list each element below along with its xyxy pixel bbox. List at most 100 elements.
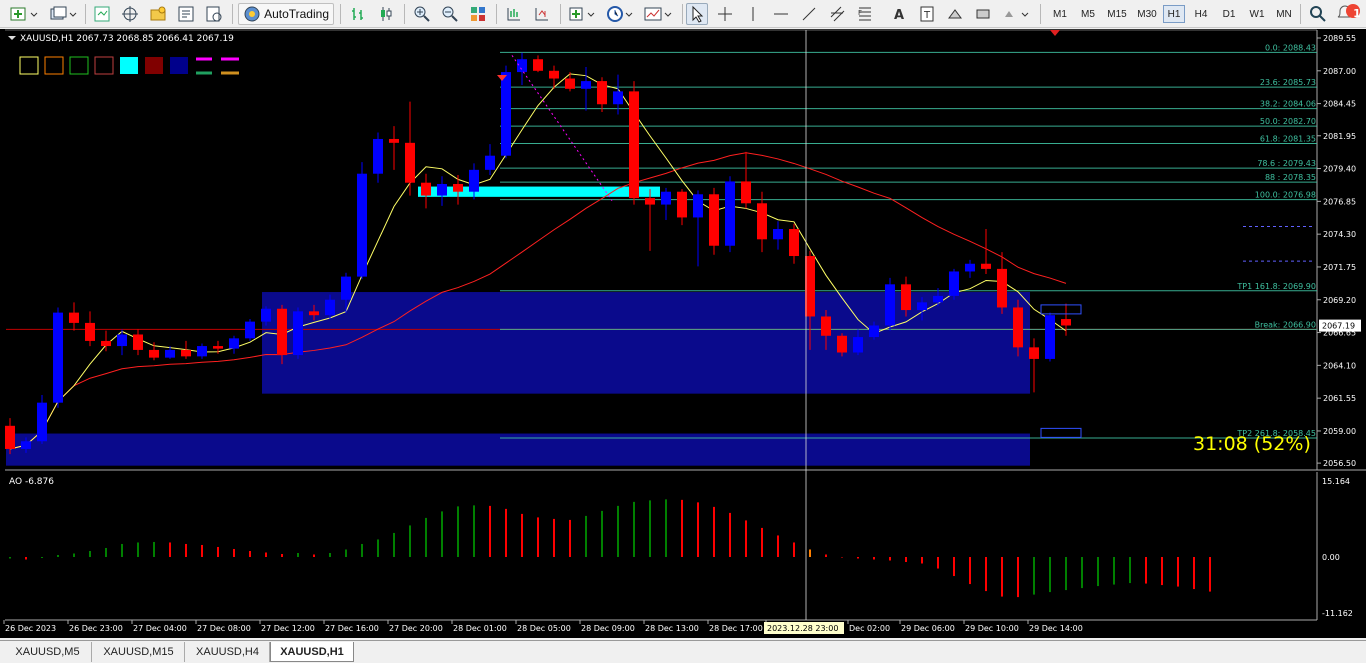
bar-countdown: 31:08 (52%) <box>1193 433 1311 455</box>
candle-body <box>229 338 239 349</box>
projection-dash <box>511 55 613 201</box>
candle-body <box>165 349 175 358</box>
candle-body <box>805 256 815 317</box>
candle-body <box>261 308 271 322</box>
candle-body <box>821 316 831 336</box>
candle-body <box>789 229 799 257</box>
fib-label: 0.0: 2088.43 <box>1265 43 1316 52</box>
trendline-icon[interactable] <box>798 3 820 25</box>
candle-body <box>373 138 383 174</box>
profiles-icon[interactable] <box>46 3 80 25</box>
notification-count: 1 <box>1353 7 1361 20</box>
arrow-up-icon[interactable] <box>944 3 966 25</box>
timeframe-m30[interactable]: M30 <box>1133 5 1161 23</box>
autotrading-button[interactable]: AutoTrading <box>238 3 334 25</box>
ao-axis-label: 15.164 <box>1322 477 1350 486</box>
tile-windows-icon[interactable] <box>466 3 490 25</box>
indicators-icon[interactable] <box>566 3 600 25</box>
market-watch-icon[interactable] <box>90 3 114 25</box>
cursor-icon[interactable] <box>686 3 708 25</box>
notifications-button[interactable]: 1 <box>1334 3 1362 25</box>
navigator-icon[interactable] <box>146 3 170 25</box>
strategy-tester-icon[interactable] <box>202 3 226 25</box>
text-label-icon[interactable]: T <box>916 3 938 25</box>
rectangle-icon[interactable] <box>972 3 994 25</box>
shapes-menu-icon[interactable] <box>1000 3 1034 25</box>
candle-body <box>741 181 751 204</box>
tab-xauusd-m15[interactable]: XAUUSD,M15 <box>93 642 185 662</box>
chart-window[interactable]: 0.0: 2088.43 23.6: 2085.73 38.2: 2084.06 50… <box>0 29 1366 638</box>
zoom-out-icon[interactable] <box>438 3 462 25</box>
search-icon[interactable] <box>1306 3 1330 25</box>
terminal-icon[interactable] <box>174 3 198 25</box>
candle-body <box>149 349 159 358</box>
tab-xauusd-m5[interactable]: XAUUSD,M5 <box>4 642 92 662</box>
fib-label: 88 : 2078.35 <box>1265 173 1316 182</box>
fib-label: TP1 161.8: 2069.90 <box>1236 282 1316 291</box>
candle-body <box>197 346 207 357</box>
candle-body <box>517 59 527 73</box>
fib-label: Break: 2066.90 <box>1255 320 1316 329</box>
timeframe-m15[interactable]: M15 <box>1103 5 1131 23</box>
ao-axis-label: 0.00 <box>1322 553 1340 562</box>
time-label: 29 Dec 14:00 <box>1029 624 1083 633</box>
price-axis: 2089.55 2087.00 2084.45 2081.95 2079.40 2076.… <box>1317 34 1361 468</box>
awesome-oscillator: 15.164 0.00 -11.162 <box>9 477 1353 618</box>
fib-label: 100.0: 2076.98 <box>1255 191 1316 200</box>
vertical-line-icon[interactable] <box>742 3 764 25</box>
time-axis: 26 Dec 2023 26 Dec 23:00 27 Dec 04:00 27 De… <box>3 620 1083 634</box>
templates-icon[interactable] <box>640 3 676 25</box>
channel-icon[interactable] <box>826 3 848 25</box>
price-label: 2074.30 <box>1323 230 1356 239</box>
current-price-label: 2067.19 <box>1322 322 1355 331</box>
new-chart-icon[interactable] <box>6 3 42 25</box>
timeframe-d1[interactable]: D1 <box>1217 5 1241 23</box>
text-icon[interactable]: A <box>888 3 910 25</box>
candlestick-icon[interactable] <box>374 3 398 25</box>
time-label: 27 Dec 08:00 <box>197 624 251 633</box>
time-label: 29 Dec 10:00 <box>965 624 1019 633</box>
candle-body <box>437 183 447 196</box>
timeframe-m1[interactable]: M1 <box>1047 5 1073 23</box>
fibonacci-icon[interactable]: F <box>854 3 876 25</box>
candle-body <box>885 284 895 326</box>
candle-body <box>837 335 847 353</box>
price-label: 2059.00 <box>1323 427 1356 436</box>
candle-body <box>533 59 543 71</box>
price-label: 2071.75 <box>1323 263 1356 272</box>
timeframe-h1[interactable]: H1 <box>1163 5 1185 23</box>
candle-body <box>773 229 783 240</box>
fib-label: 78.6 : 2079.43 <box>1257 159 1316 168</box>
candle-body <box>597 81 607 105</box>
timeframe-m5[interactable]: M5 <box>1075 5 1101 23</box>
candle-body <box>933 295 943 303</box>
candle-body <box>1013 307 1023 348</box>
candle-body <box>853 337 863 353</box>
price-label: 2089.55 <box>1323 34 1356 43</box>
candle-body <box>69 312 79 323</box>
bar-chart-icon[interactable] <box>346 3 370 25</box>
candle-body <box>293 311 303 356</box>
horizontal-line-icon[interactable] <box>770 3 792 25</box>
chart-menu-arrow-icon[interactable] <box>8 36 16 40</box>
autoscroll-icon[interactable] <box>530 3 554 25</box>
crosshair-nav-icon[interactable] <box>118 3 142 25</box>
candle-body <box>917 302 927 311</box>
timeframe-h4[interactable]: H4 <box>1189 5 1213 23</box>
tab-xauusd-h1[interactable]: XAUUSD,H1 <box>270 642 354 662</box>
price-chart[interactable]: 0.0: 2088.43 23.6: 2085.73 38.2: 2084.06 50… <box>0 29 1366 638</box>
timeframe-w1[interactable]: W1 <box>1245 5 1269 23</box>
candle-body <box>405 142 415 183</box>
crosshair-icon[interactable] <box>714 3 736 25</box>
candle-body <box>21 441 31 449</box>
time-label: 28 Dec 05:00 <box>517 624 571 633</box>
candle-body <box>581 81 591 89</box>
candle-body <box>981 263 991 269</box>
periods-icon[interactable] <box>604 3 638 25</box>
time-label: 28 Dec 09:00 <box>581 624 635 633</box>
time-label: 27 Dec 12:00 <box>261 624 315 633</box>
chart-shift-icon[interactable] <box>502 3 526 25</box>
tab-xauusd-h4[interactable]: XAUUSD,H4 <box>186 642 270 662</box>
zoom-in-icon[interactable] <box>410 3 434 25</box>
timeframe-mn[interactable]: MN <box>1271 5 1297 23</box>
